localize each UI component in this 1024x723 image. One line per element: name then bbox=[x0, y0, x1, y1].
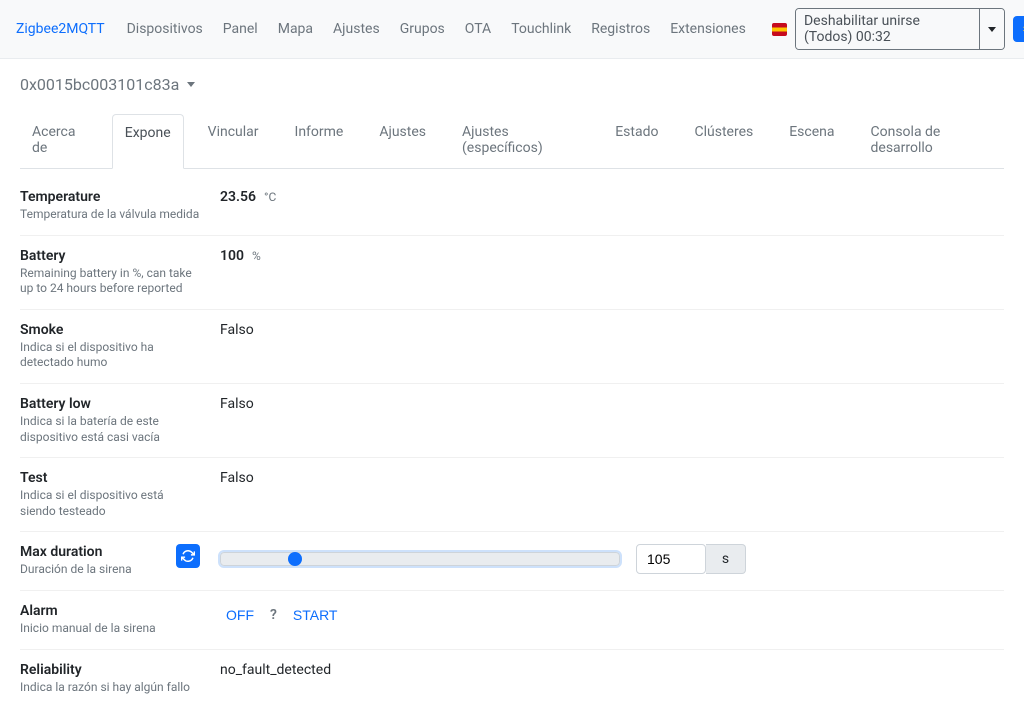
feature-title: Max duration bbox=[20, 544, 170, 560]
expose-list: Temperature Temperatura de la válvula med… bbox=[20, 177, 1004, 707]
chevron-down-icon bbox=[988, 27, 996, 32]
expose-label: Battery Remaining battery in %, can take … bbox=[20, 248, 200, 297]
locale-flag-es[interactable] bbox=[772, 23, 787, 36]
expose-row-max_duration: Max duration Duración de la sirena s bbox=[20, 531, 1004, 590]
nav-link-grupos[interactable]: Grupos bbox=[390, 17, 455, 41]
value-unit: % bbox=[252, 249, 261, 263]
switch-state-unknown: ? bbox=[266, 607, 281, 623]
expose-value: 100% bbox=[200, 248, 1004, 264]
expose-value: Falso bbox=[200, 470, 1004, 486]
feature-desc: Indica la razón si hay algún fallo bbox=[20, 680, 200, 696]
brand-link[interactable]: Zigbee2MQTT bbox=[16, 21, 105, 37]
tab-consola-de-desarrollo[interactable]: Consola de desarrollo bbox=[859, 114, 1005, 168]
device-address: 0x0015bc003101c83a bbox=[20, 75, 179, 94]
value-text: Falso bbox=[220, 396, 254, 412]
feature-title: Battery bbox=[20, 248, 200, 264]
slider-value-input[interactable] bbox=[636, 544, 706, 574]
expose-value: Falso bbox=[200, 322, 1004, 338]
nav-link-mapa[interactable]: Mapa bbox=[268, 17, 323, 41]
value-text: Falso bbox=[220, 470, 254, 486]
value-number: 100 bbox=[220, 248, 244, 264]
feature-title: Temperature bbox=[20, 189, 200, 205]
expose-row-alarm: Alarm Inicio manual de la sirena OFF? START bbox=[20, 590, 1004, 649]
expose-label: Smoke Indica si el dispositivo ha detecta… bbox=[20, 322, 200, 371]
value-text: Falso bbox=[220, 322, 254, 338]
theme-toggle-button[interactable]: 🌞 bbox=[1013, 16, 1024, 42]
feature-title: Smoke bbox=[20, 322, 200, 338]
navbar-right: Deshabilitar unirse (Todos) 00:32 🌞 bbox=[772, 8, 1024, 50]
feature-desc: Indica si el dispositivo está siendo tes… bbox=[20, 488, 200, 519]
expose-label: Max duration Duración de la sirena bbox=[20, 544, 200, 578]
chevron-down-icon bbox=[187, 82, 195, 87]
main-navbar: Zigbee2MQTT DispositivosPanelMapaAjustes… bbox=[0, 0, 1024, 59]
expose-label: Test Indica si el dispositivo está siendo… bbox=[20, 470, 200, 519]
feature-title: Reliability bbox=[20, 662, 200, 678]
expose-label: Temperature Temperatura de la válvula med… bbox=[20, 189, 200, 223]
expose-row-battery_low: Battery low Indica si la batería de este … bbox=[20, 383, 1004, 457]
tab-ajustes[interactable]: Ajustes bbox=[367, 114, 438, 168]
expose-value: no_fault_detected bbox=[200, 662, 1004, 678]
expose-label: Alarm Inicio manual de la sirena bbox=[20, 603, 200, 637]
expose-row-test: Test Indica si el dispositivo está siendo… bbox=[20, 457, 1004, 531]
feature-desc: Indica si el dispositivo ha detectado hu… bbox=[20, 340, 200, 371]
permit-join-dropdown-toggle[interactable] bbox=[979, 9, 1004, 49]
expose-row-smoke: Smoke Indica si el dispositivo ha detecta… bbox=[20, 309, 1004, 383]
expose-row-battery: Battery Remaining battery in %, can take … bbox=[20, 235, 1004, 309]
feature-title: Test bbox=[20, 470, 200, 486]
feature-desc: Inicio manual de la sirena bbox=[20, 621, 200, 637]
value-number: 23.56 bbox=[220, 189, 256, 205]
expose-row-temperature: Temperature Temperatura de la válvula med… bbox=[20, 177, 1004, 235]
feature-title: Battery low bbox=[20, 396, 200, 412]
nav-link-registros[interactable]: Registros bbox=[581, 17, 660, 41]
refresh-button[interactable] bbox=[176, 544, 200, 568]
switch-off-button[interactable]: OFF bbox=[220, 603, 260, 627]
tab-escena[interactable]: Escena bbox=[777, 114, 846, 168]
value-text: no_fault_detected bbox=[220, 662, 331, 678]
expose-value: OFF? START bbox=[200, 603, 1004, 627]
slider-unit: s bbox=[706, 544, 746, 574]
feature-title: Alarm bbox=[20, 603, 200, 619]
nav-link-panel[interactable]: Panel bbox=[213, 17, 268, 41]
feature-desc: Duración de la sirena bbox=[20, 562, 170, 578]
nav-link-extensiones[interactable]: Extensiones bbox=[660, 17, 756, 41]
expose-label: Battery low Indica si la batería de este … bbox=[20, 396, 200, 445]
expose-value: Falso bbox=[200, 396, 1004, 412]
tab-vincular[interactable]: Vincular bbox=[196, 114, 271, 168]
expose-label: Reliability Indica la razón si hay algún … bbox=[20, 662, 200, 696]
tab-expone[interactable]: Expone bbox=[112, 114, 184, 169]
permit-join-select[interactable]: Deshabilitar unirse (Todos) 00:32 bbox=[796, 9, 979, 49]
nav-link-dispositivos[interactable]: Dispositivos bbox=[117, 17, 213, 41]
tab-acerca-de[interactable]: Acerca de bbox=[20, 114, 100, 168]
slider-input[interactable] bbox=[220, 552, 620, 566]
expose-value: 23.56 °C bbox=[200, 189, 1004, 205]
expose-row-reliability: Reliability Indica la razón si hay algún … bbox=[20, 649, 1004, 708]
expose-value: s bbox=[200, 544, 1004, 574]
feature-desc: Remaining battery in %, can take up to 2… bbox=[20, 266, 200, 297]
device-tabs: Acerca deExponeVincularInformeAjustesAju… bbox=[20, 114, 1004, 169]
tab-informe[interactable]: Informe bbox=[283, 114, 356, 168]
nav-link-ajustes[interactable]: Ajustes bbox=[323, 17, 390, 41]
feature-desc: Indica si la batería de este dispositivo… bbox=[20, 414, 200, 445]
nav-link-touchlink[interactable]: Touchlink bbox=[501, 17, 581, 41]
switch-on-button[interactable]: START bbox=[287, 603, 344, 627]
tab-ajustes-espec-ficos-[interactable]: Ajustes (específicos) bbox=[450, 114, 591, 168]
tab-estado[interactable]: Estado bbox=[603, 114, 670, 168]
permit-join-group[interactable]: Deshabilitar unirse (Todos) 00:32 bbox=[795, 8, 1005, 50]
tab-cl-steres[interactable]: Clústeres bbox=[682, 114, 765, 168]
value-unit: °C bbox=[264, 190, 276, 204]
feature-desc: Temperatura de la válvula medida bbox=[20, 207, 200, 223]
nav-link-ota[interactable]: OTA bbox=[455, 17, 501, 41]
device-header[interactable]: 0x0015bc003101c83a bbox=[20, 75, 1004, 94]
